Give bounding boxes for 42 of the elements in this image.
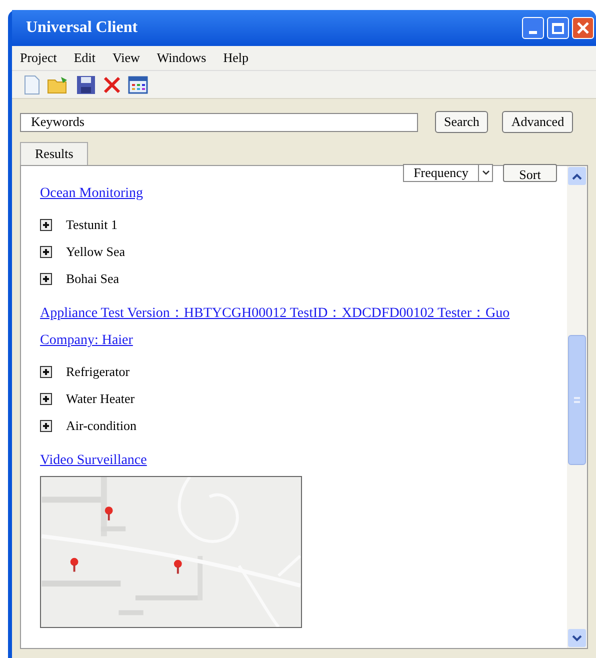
search-button[interactable]: Search — [435, 111, 488, 133]
save-icon[interactable] — [76, 74, 96, 94]
menu-item[interactable]: Help — [223, 48, 248, 68]
chevron-up-icon — [572, 172, 582, 180]
close-icon — [577, 22, 589, 34]
grid-icon[interactable] — [128, 76, 148, 94]
maximize-button[interactable] — [547, 17, 569, 39]
menu-item[interactable]: Windows — [156, 48, 206, 68]
menu-item[interactable]: View — [112, 48, 140, 68]
expand-icon[interactable] — [40, 272, 52, 284]
chevron-down-icon — [572, 634, 582, 642]
tab[interactable]: Results — [20, 142, 88, 165]
group-link[interactable]: Video Surveillance — [40, 447, 530, 474]
chevron-down-icon — [482, 170, 490, 176]
tree-item[interactable]: Air-condition — [66, 416, 137, 436]
menu-item[interactable]: Project — [20, 48, 57, 68]
search-field[interactable]: Keywords — [20, 112, 418, 132]
tree-item[interactable]: Testunit 1 — [66, 214, 118, 234]
minimize-button[interactable] — [522, 17, 544, 39]
expand-icon[interactable] — [40, 392, 52, 404]
tree-item[interactable]: Water Heater — [66, 388, 135, 408]
scroll-up-button[interactable] — [568, 167, 586, 185]
expand-icon[interactable] — [40, 218, 52, 230]
close-button[interactable] — [572, 17, 594, 39]
delete-icon[interactable] — [103, 76, 121, 94]
expand-icon[interactable] — [40, 420, 52, 432]
group-link[interactable]: Appliance Test Version：HBTYCGH00012 TestID：XDCDFD00102 Tester：Guo Company: Haier — [40, 300, 530, 354]
scrollbar[interactable] — [567, 166, 587, 648]
sort-dropdown[interactable]: Frequency — [403, 164, 493, 182]
expand-icon[interactable] — [40, 366, 52, 378]
folder-icon[interactable] — [47, 76, 69, 94]
expand-icon[interactable] — [40, 246, 52, 258]
tree-item[interactable]: Refrigerator — [66, 362, 130, 382]
window-title: Universal Client — [26, 18, 138, 38]
advanced-button[interactable]: Advanced — [502, 111, 574, 133]
menu-item[interactable]: Edit — [74, 48, 96, 68]
tree-item[interactable]: Yellow Sea — [66, 242, 125, 262]
tree-item[interactable]: Bohai Sea — [66, 268, 120, 288]
scroll-down-button[interactable] — [568, 629, 586, 647]
group-link[interactable]: Ocean Monitoring — [40, 180, 530, 207]
sort-button[interactable]: Sort — [503, 164, 557, 182]
scroll-thumb[interactable] — [568, 335, 586, 465]
